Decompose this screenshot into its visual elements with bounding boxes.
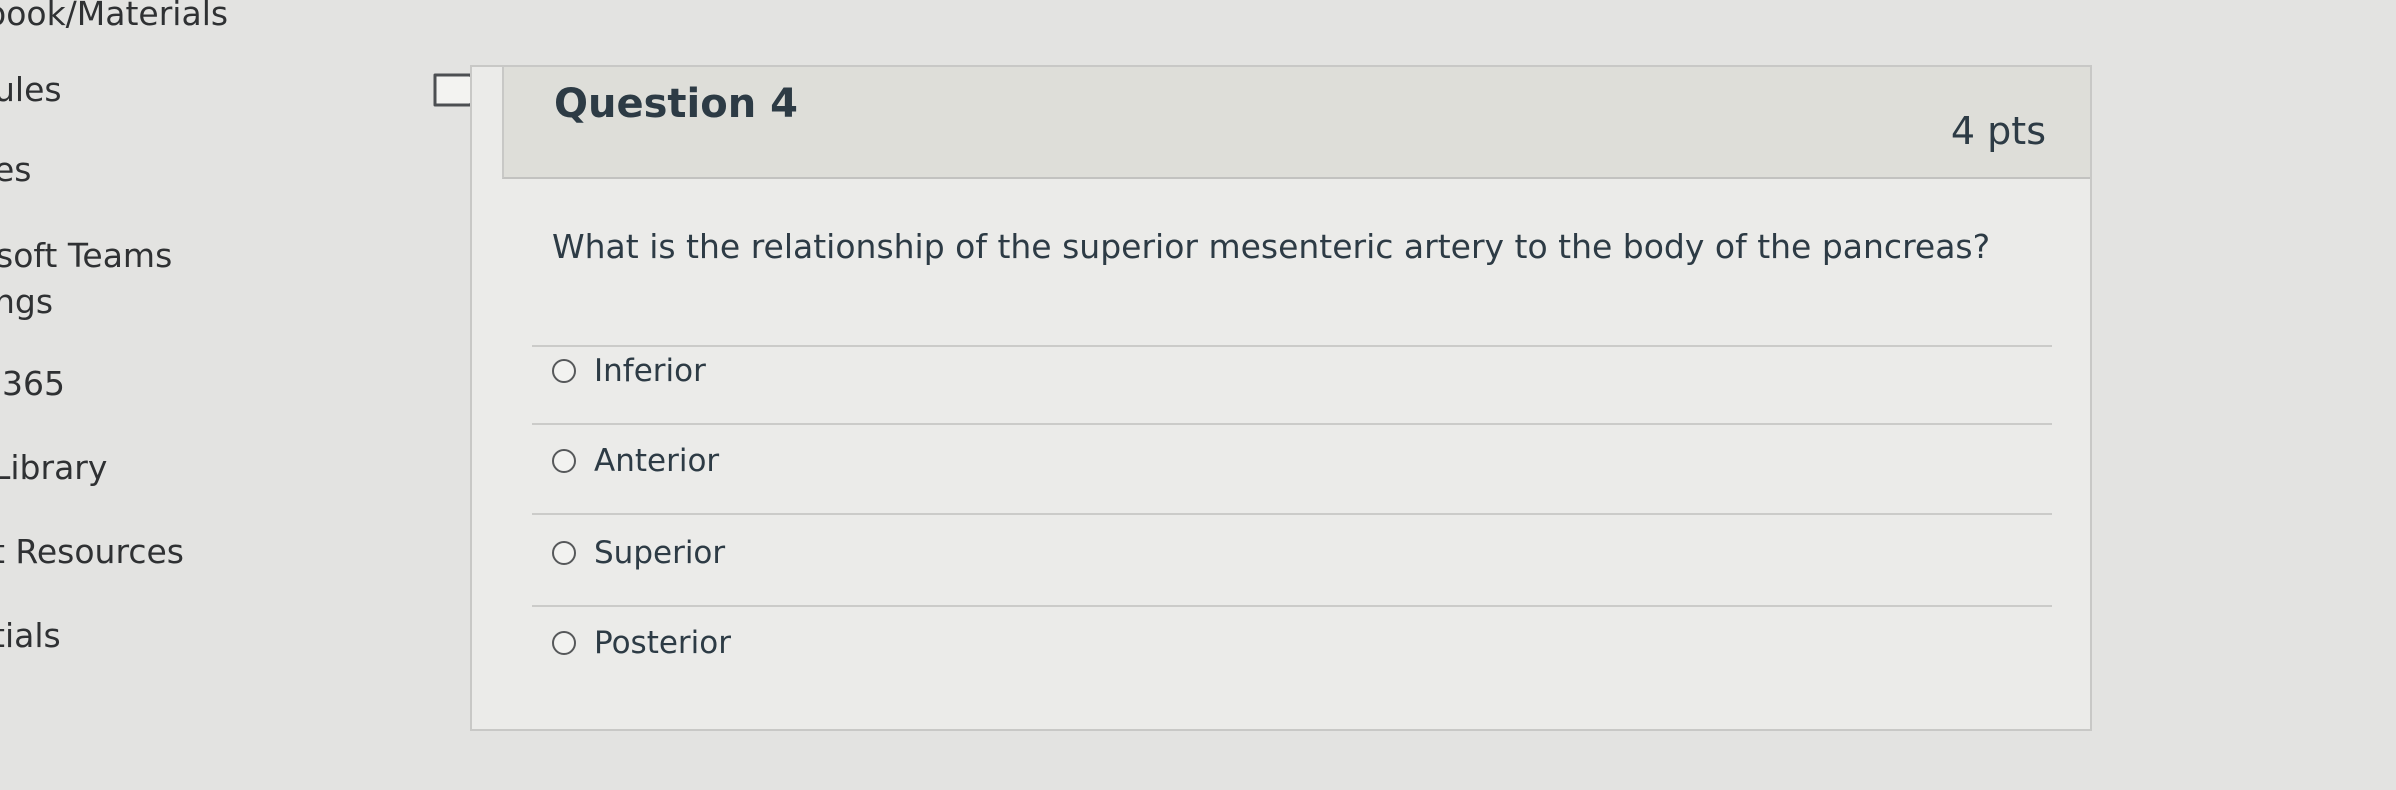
question-card: Question 4 4 pts What is the relationshi… <box>470 65 2092 731</box>
answer-label: Superior <box>594 535 726 571</box>
answer-label: Posterior <box>594 625 732 661</box>
sidebar-item-meetings[interactable]: ngs <box>0 282 53 321</box>
question-points: 4 pts <box>1950 109 2046 153</box>
sidebar-item-tutorials[interactable]: tials <box>0 616 61 655</box>
question-header: Question 4 4 pts <box>502 67 2090 179</box>
sidebar-item-teams[interactable]: soft Teams <box>0 236 172 275</box>
course-navigation: oook/Materials ules es soft Teams ngs 36… <box>0 0 420 790</box>
answer-option-anterior[interactable]: Anterior <box>552 439 719 483</box>
answer-label: Anterior <box>594 443 720 479</box>
answer-option-superior[interactable]: Superior <box>552 531 725 575</box>
question-title: Question 4 <box>554 81 798 127</box>
question-text: What is the relationship of the superior… <box>552 227 1991 266</box>
sidebar-item-materials[interactable]: oook/Materials <box>0 0 228 33</box>
radio-button-icon[interactable] <box>552 359 576 383</box>
divider <box>532 605 2052 607</box>
radio-button-icon[interactable] <box>552 449 576 473</box>
sidebar-item-pages[interactable]: es <box>0 150 32 189</box>
answer-label: Inferior <box>594 353 706 389</box>
answer-option-posterior[interactable]: Posterior <box>552 621 731 665</box>
divider <box>532 513 2052 515</box>
radio-button-icon[interactable] <box>552 541 576 565</box>
radio-button-icon[interactable] <box>552 631 576 655</box>
sidebar-item-365[interactable]: 365 <box>2 364 65 403</box>
sidebar-item-library[interactable]: Library <box>0 448 107 487</box>
divider <box>532 423 2052 425</box>
sidebar-item-modules[interactable]: ules <box>0 70 62 109</box>
answer-option-inferior[interactable]: Inferior <box>552 349 706 393</box>
sidebar-item-resources[interactable]: t Resources <box>0 532 184 571</box>
divider <box>532 345 2052 347</box>
